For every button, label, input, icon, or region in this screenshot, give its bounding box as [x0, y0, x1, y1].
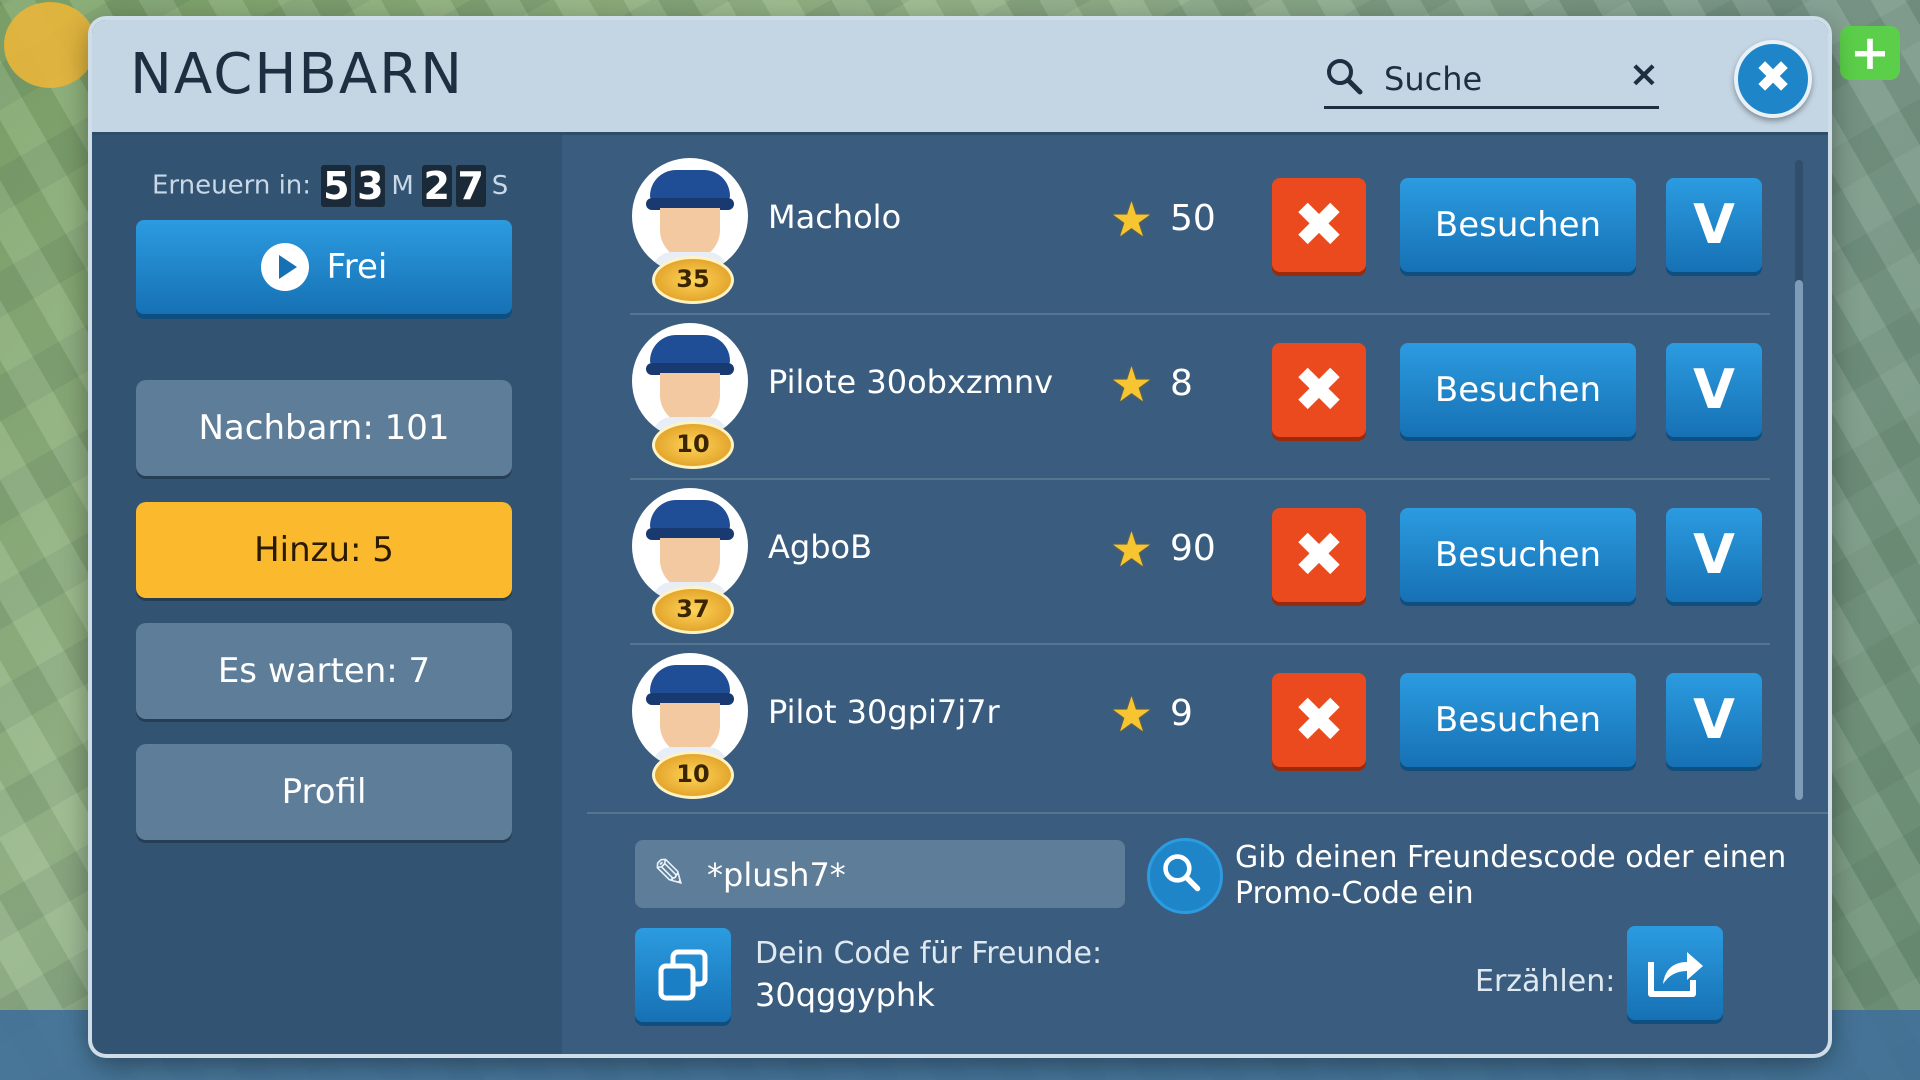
search-clear-button[interactable]: ×: [1629, 54, 1659, 95]
request-list: 35 Macholo ★ 50 ✖ Besuchen V 10 Pilote 3…: [630, 148, 1770, 799]
code-section: ✎ Gib deinen Freundescode oder einen Pro…: [587, 812, 1828, 1054]
close-button[interactable]: ✖: [1734, 40, 1812, 118]
code-input[interactable]: [705, 852, 1109, 898]
list-item: 35 Macholo ★ 50 ✖ Besuchen V: [630, 148, 1770, 315]
renew-label: Erneuern in:: [152, 170, 312, 201]
timer-digit: 5: [321, 164, 352, 208]
remove-button[interactable]: ✖: [1272, 343, 1366, 437]
visit-button[interactable]: Besuchen: [1400, 343, 1636, 437]
remove-button[interactable]: ✖: [1272, 178, 1366, 272]
free-button-label: Frei: [326, 247, 388, 287]
star-icon: ★: [1110, 522, 1154, 578]
level-badge: 37: [652, 586, 734, 634]
accept-button[interactable]: V: [1666, 343, 1762, 437]
player-name: Macholo: [768, 198, 902, 236]
share-button[interactable]: [1627, 926, 1723, 1020]
avatar: 10: [630, 323, 750, 469]
list-item: 10 Pilot 30gpi7j7r ★ 9 ✖ Besuchen V: [630, 643, 1770, 808]
tab-add[interactable]: Hinzu: 5: [136, 502, 512, 598]
remove-button[interactable]: ✖: [1272, 508, 1366, 602]
timer-digit: 3: [355, 164, 386, 208]
friend-code-label: Dein Code für Freunde:: [755, 936, 1103, 971]
visit-button[interactable]: Besuchen: [1400, 508, 1636, 602]
accept-button[interactable]: V: [1666, 673, 1762, 767]
free-button[interactable]: Frei: [136, 220, 512, 314]
player-name: Pilote 30obxzmnv: [768, 363, 1054, 401]
search-icon: [1327, 59, 1363, 95]
friend-code-value: 30qggyphk: [755, 976, 935, 1014]
timer-digit: 7: [455, 164, 486, 208]
level-badge: 10: [652, 751, 734, 799]
star-count: 9: [1170, 693, 1193, 734]
accept-button[interactable]: V: [1666, 178, 1762, 272]
tab-profile[interactable]: Profil: [136, 744, 512, 840]
neighbors-dialog: NACHBARN × ✖ Erneuern in: 53M27S Frei Na…: [92, 20, 1828, 1054]
copy-icon: [658, 949, 708, 1001]
share-icon: [1648, 952, 1703, 997]
search-icon: [1163, 854, 1201, 892]
code-field: ✎: [635, 840, 1125, 908]
copy-code-button[interactable]: [635, 928, 731, 1022]
search-box: ×: [1324, 50, 1659, 109]
level-badge: 10: [652, 421, 734, 469]
search-input[interactable]: [1382, 58, 1616, 100]
dialog-title: NACHBARN: [130, 42, 464, 107]
star-icon: ★: [1110, 687, 1154, 743]
list-item: 37 AgboB ★ 90 ✖ Besuchen V: [630, 478, 1770, 645]
star-count: 50: [1170, 198, 1216, 239]
remove-button[interactable]: ✖: [1272, 673, 1366, 767]
background-add-icon: +: [1840, 26, 1900, 80]
renew-timer: Erneuern in: 53M27S: [152, 165, 514, 207]
dialog-header: NACHBARN × ✖: [92, 20, 1828, 135]
timer-unit: M: [391, 171, 414, 201]
tab-waiting[interactable]: Es warten: 7: [136, 623, 512, 719]
star-count: 8: [1170, 363, 1193, 404]
player-name: AgboB: [768, 528, 873, 566]
timer-digit: 2: [421, 164, 452, 208]
sidebar: Erneuern in: 53M27S Frei Nachbarn: 101 H…: [92, 135, 562, 1054]
list-item: 10 Pilote 30obxzmnv ★ 8 ✖ Besuchen V: [630, 313, 1770, 480]
level-badge: 35: [652, 256, 734, 304]
scrollbar-thumb[interactable]: [1795, 280, 1803, 800]
play-icon: [260, 243, 309, 291]
pencil-icon: ✎: [653, 851, 687, 897]
avatar: 35: [630, 158, 750, 304]
code-hint: Gib deinen Freundescode oder einen Promo…: [1235, 840, 1787, 911]
star-icon: ★: [1110, 357, 1154, 413]
share-label: Erzählen:: [1475, 964, 1616, 999]
accept-button[interactable]: V: [1666, 508, 1762, 602]
visit-button[interactable]: Besuchen: [1400, 673, 1636, 767]
list-scrollbar[interactable]: [1795, 160, 1803, 800]
player-name: Pilot 30gpi7j7r: [768, 693, 1000, 731]
code-search-button[interactable]: [1147, 838, 1223, 914]
timer-unit: S: [491, 171, 509, 201]
background-level-badge: [4, 2, 96, 88]
tab-neighbors[interactable]: Nachbarn: 101: [136, 380, 512, 476]
visit-button[interactable]: Besuchen: [1400, 178, 1636, 272]
avatar: 37: [630, 488, 750, 634]
star-icon: ★: [1110, 192, 1154, 248]
avatar: 10: [630, 653, 750, 799]
star-count: 90: [1170, 528, 1216, 569]
